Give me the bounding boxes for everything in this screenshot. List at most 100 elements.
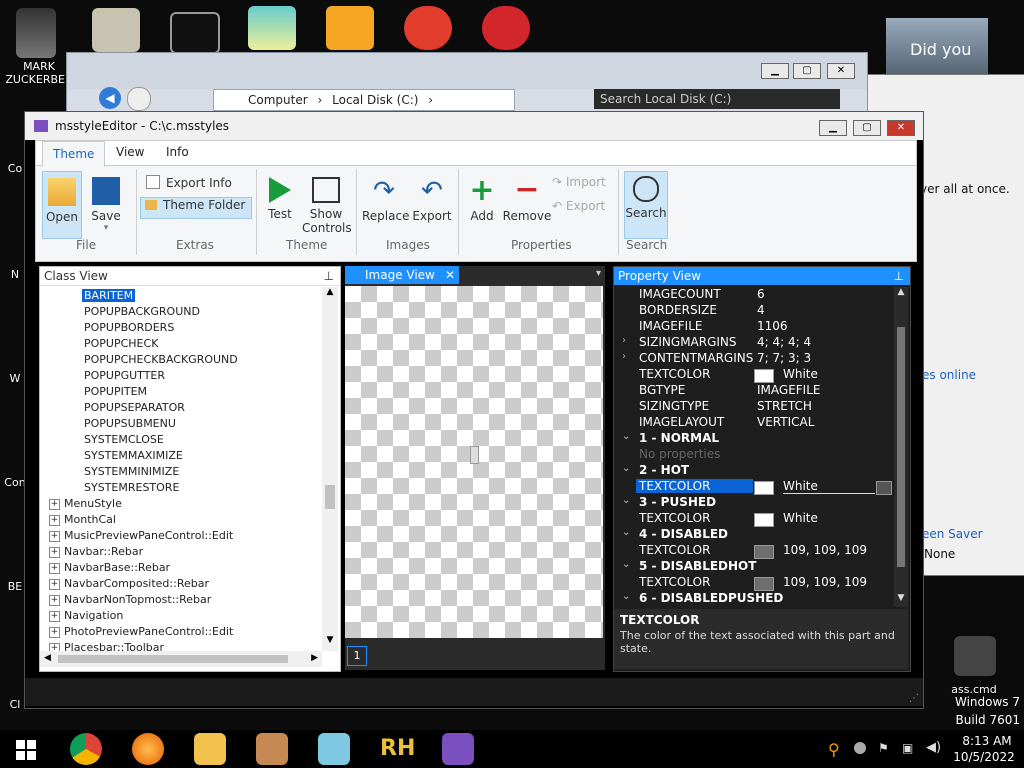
tree-item[interactable]: MenuStyle [64, 497, 122, 510]
forward-icon[interactable] [127, 87, 151, 111]
export-image-button[interactable]: ↶ Export [410, 171, 454, 237]
expand-icon[interactable]: + [49, 563, 60, 574]
clock-date[interactable]: 10/5/2022 [948, 750, 1020, 764]
clock-time[interactable]: 8:13 AM [954, 734, 1020, 748]
property-group[interactable]: ⌄ 1 - NORMAL [614, 431, 894, 447]
volume-icon[interactable]: ◀) [926, 740, 941, 755]
tree-item[interactable]: Placesbar::Toolbar [64, 641, 164, 651]
flag-icon[interactable]: ⚑ [878, 741, 889, 755]
property-row[interactable]: TEXTCOLOR 109, 109, 109 [614, 543, 894, 559]
firefox-icon[interactable] [132, 733, 164, 765]
property-row[interactable]: › SIZINGMARGINS 4; 4; 4; 4 [614, 335, 894, 351]
scroll-down-icon[interactable]: ▼ [894, 593, 908, 607]
export-property-button[interactable]: ↶ Export [552, 199, 612, 219]
property-group[interactable]: ⌄ 5 - DISABLEDHOT [614, 559, 894, 575]
breadcrumb-computer[interactable]: Computer [248, 93, 308, 107]
minimize-button[interactable]: ▁ [819, 120, 847, 136]
resize-grip-icon[interactable]: ⋰ [909, 693, 919, 704]
color-swatch[interactable] [754, 481, 774, 495]
tree-item[interactable]: POPUPBORDERS [84, 321, 174, 334]
tree-item[interactable]: Navbar::Rebar [64, 545, 143, 558]
save-button[interactable]: Save ▾ [86, 171, 126, 237]
expand-icon[interactable]: + [49, 531, 60, 542]
maximize-button[interactable]: ▢ [793, 63, 821, 79]
chrome-icon[interactable] [70, 733, 102, 765]
tree-item[interactable]: Navigation [64, 609, 123, 622]
show-controls-button[interactable]: Show Controls [302, 171, 352, 237]
chevron-icon[interactable]: ⌄ [622, 559, 630, 570]
search-button[interactable]: Search [624, 171, 668, 239]
maximize-button[interactable]: ▢ [853, 120, 881, 136]
pin-icon[interactable]: ⊥ [894, 267, 904, 285]
tree-item[interactable]: POPUPBACKGROUND [84, 305, 200, 318]
tree-item[interactable]: SYSTEMMAXIMIZE [84, 449, 183, 462]
cmd-file-icon[interactable] [954, 636, 996, 676]
tray-icon[interactable] [854, 742, 866, 754]
property-scrollbar[interactable]: ▲ ▼ [894, 287, 908, 607]
property-row[interactable]: SIZINGTYPE STRETCH [614, 399, 894, 415]
property-group[interactable]: ⌄ 3 - PUSHED [614, 495, 894, 511]
scroll-right-icon[interactable]: ▶ [311, 653, 318, 663]
color-swatch[interactable] [754, 513, 774, 527]
tree-item[interactable]: MonthCal [64, 513, 116, 526]
color-picker-button[interactable] [876, 481, 892, 495]
property-row[interactable]: TEXTCOLOR White [614, 367, 894, 383]
scroll-left-icon[interactable]: ◀ [44, 653, 51, 663]
resource-hacker-icon[interactable]: RH [380, 733, 415, 765]
tree-item[interactable]: POPUPSEPARATOR [84, 401, 185, 414]
game-icon[interactable] [326, 6, 374, 50]
image-canvas[interactable] [345, 286, 603, 638]
app-icon[interactable] [256, 733, 288, 765]
expand-icon[interactable]: + [49, 515, 60, 526]
expand-icon[interactable]: + [49, 643, 60, 651]
chevron-icon[interactable]: ⌄ [622, 463, 630, 474]
tree-item[interactable]: NavbarBase::Rebar [64, 561, 170, 574]
close-tab-icon[interactable]: ✕ [445, 266, 455, 284]
tree-item[interactable]: BARITEM [82, 289, 136, 302]
expand-icon[interactable]: + [49, 579, 60, 590]
export-info-button[interactable]: Export Info [142, 175, 242, 195]
property-row[interactable]: IMAGEFILE 1106 [614, 319, 894, 335]
color-swatch[interactable] [754, 545, 774, 559]
start-button-icon[interactable] [16, 740, 36, 760]
add-button[interactable]: + Add [464, 171, 500, 237]
expand-icon[interactable]: + [49, 627, 60, 638]
p-app-icon[interactable] [404, 6, 452, 50]
property-group[interactable]: ⌄ 4 - DISABLED [614, 527, 894, 543]
tab-theme[interactable]: Theme [42, 141, 106, 167]
chevron-icon[interactable]: ⌄ [622, 527, 630, 538]
expand-icon[interactable]: + [49, 611, 60, 622]
property-row[interactable]: TEXTCOLOR White [614, 479, 894, 495]
notepad-icon[interactable] [318, 733, 350, 765]
chevron-icon[interactable]: ⌄ [622, 591, 630, 602]
property-row[interactable]: TEXTCOLOR White [614, 511, 894, 527]
color-swatch[interactable] [754, 369, 774, 383]
back-icon[interactable]: ◀ [99, 87, 121, 109]
file-explorer-icon[interactable] [194, 733, 226, 765]
expand-icon[interactable]: + [49, 595, 60, 606]
search-input[interactable]: Search Local Disk (C:) [594, 89, 840, 109]
property-row[interactable]: IMAGELAYOUT VERTICAL [614, 415, 894, 431]
devcpp-icon[interactable] [482, 6, 530, 50]
class-view-scrollbar[interactable]: ▲ ▼ [322, 287, 338, 651]
scroll-thumb[interactable] [325, 485, 335, 509]
address-bar[interactable]: Computer › Local Disk (C:) › [213, 89, 515, 111]
class-view-hscrollbar[interactable]: ◀ ▶ [40, 651, 322, 667]
tree-item[interactable]: POPUPCHECK [84, 337, 158, 350]
tab-view[interactable]: View [116, 145, 144, 159]
search-tray-icon[interactable]: ⚲ [828, 740, 840, 759]
tab-info[interactable]: Info [166, 145, 189, 159]
test-button[interactable]: Test [262, 171, 298, 237]
image-page-button[interactable]: 1 [347, 646, 367, 666]
open-button[interactable]: Open [42, 171, 82, 239]
property-row[interactable]: No properties [614, 447, 894, 463]
tree-item[interactable]: SYSTEMCLOSE [84, 433, 164, 446]
scroll-up-icon[interactable]: ▲ [322, 287, 338, 303]
tree-item[interactable]: PhotoPreviewPaneControl::Edit [64, 625, 233, 638]
property-row[interactable]: BGTYPE IMAGEFILE [614, 383, 894, 399]
property-group[interactable]: ⌄ 6 - DISABLEDPUSHED [614, 591, 894, 607]
tree-item[interactable]: POPUPCHECKBACKGROUND [84, 353, 238, 366]
property-row[interactable]: IMAGECOUNT 6 [614, 287, 894, 303]
tree-item[interactable]: POPUPSUBMENU [84, 417, 176, 430]
documents-icon[interactable] [92, 8, 140, 52]
